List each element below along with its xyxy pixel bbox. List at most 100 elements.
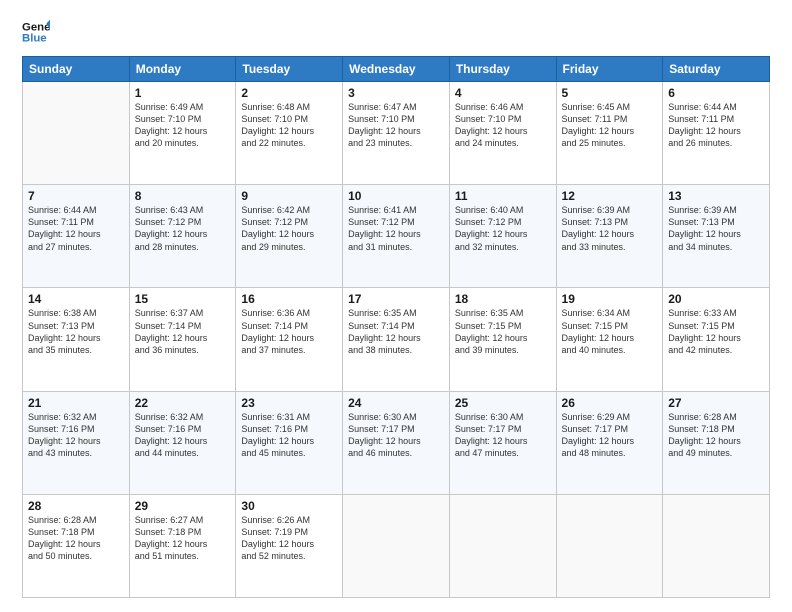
calendar-cell: 7Sunrise: 6:44 AM Sunset: 7:11 PM Daylig… <box>23 185 130 288</box>
day-info: Sunrise: 6:37 AM Sunset: 7:14 PM Dayligh… <box>135 307 231 356</box>
page: General Blue SundayMondayTuesdayWednesda… <box>0 0 792 612</box>
day-number: 22 <box>135 396 231 410</box>
day-info: Sunrise: 6:41 AM Sunset: 7:12 PM Dayligh… <box>348 204 444 253</box>
day-info: Sunrise: 6:49 AM Sunset: 7:10 PM Dayligh… <box>135 101 231 150</box>
calendar-cell <box>23 82 130 185</box>
day-info: Sunrise: 6:28 AM Sunset: 7:18 PM Dayligh… <box>28 514 124 563</box>
logo-icon: General Blue <box>22 18 50 46</box>
day-number: 14 <box>28 292 124 306</box>
day-info: Sunrise: 6:30 AM Sunset: 7:17 PM Dayligh… <box>348 411 444 460</box>
day-number: 30 <box>241 499 337 513</box>
day-info: Sunrise: 6:48 AM Sunset: 7:10 PM Dayligh… <box>241 101 337 150</box>
day-number: 20 <box>668 292 764 306</box>
day-number: 8 <box>135 189 231 203</box>
day-info: Sunrise: 6:44 AM Sunset: 7:11 PM Dayligh… <box>668 101 764 150</box>
calendar-cell: 26Sunrise: 6:29 AM Sunset: 7:17 PM Dayli… <box>556 391 663 494</box>
day-number: 6 <box>668 86 764 100</box>
day-info: Sunrise: 6:39 AM Sunset: 7:13 PM Dayligh… <box>562 204 658 253</box>
day-number: 10 <box>348 189 444 203</box>
day-number: 11 <box>455 189 551 203</box>
day-number: 1 <box>135 86 231 100</box>
weekday-header-friday: Friday <box>556 57 663 82</box>
day-info: Sunrise: 6:35 AM Sunset: 7:15 PM Dayligh… <box>455 307 551 356</box>
day-info: Sunrise: 6:36 AM Sunset: 7:14 PM Dayligh… <box>241 307 337 356</box>
day-number: 12 <box>562 189 658 203</box>
logo: General Blue <box>22 18 54 46</box>
calendar-cell: 14Sunrise: 6:38 AM Sunset: 7:13 PM Dayli… <box>23 288 130 391</box>
calendar-cell: 1Sunrise: 6:49 AM Sunset: 7:10 PM Daylig… <box>129 82 236 185</box>
calendar-cell <box>449 494 556 597</box>
calendar-cell: 24Sunrise: 6:30 AM Sunset: 7:17 PM Dayli… <box>343 391 450 494</box>
calendar-week-3: 14Sunrise: 6:38 AM Sunset: 7:13 PM Dayli… <box>23 288 770 391</box>
calendar-cell: 12Sunrise: 6:39 AM Sunset: 7:13 PM Dayli… <box>556 185 663 288</box>
calendar-week-1: 1Sunrise: 6:49 AM Sunset: 7:10 PM Daylig… <box>23 82 770 185</box>
calendar-cell: 17Sunrise: 6:35 AM Sunset: 7:14 PM Dayli… <box>343 288 450 391</box>
day-number: 28 <box>28 499 124 513</box>
day-number: 29 <box>135 499 231 513</box>
day-info: Sunrise: 6:43 AM Sunset: 7:12 PM Dayligh… <box>135 204 231 253</box>
day-info: Sunrise: 6:35 AM Sunset: 7:14 PM Dayligh… <box>348 307 444 356</box>
day-info: Sunrise: 6:45 AM Sunset: 7:11 PM Dayligh… <box>562 101 658 150</box>
day-number: 27 <box>668 396 764 410</box>
weekday-header-wednesday: Wednesday <box>343 57 450 82</box>
day-number: 19 <box>562 292 658 306</box>
day-info: Sunrise: 6:27 AM Sunset: 7:18 PM Dayligh… <box>135 514 231 563</box>
day-info: Sunrise: 6:47 AM Sunset: 7:10 PM Dayligh… <box>348 101 444 150</box>
day-number: 4 <box>455 86 551 100</box>
day-info: Sunrise: 6:30 AM Sunset: 7:17 PM Dayligh… <box>455 411 551 460</box>
weekday-header-sunday: Sunday <box>23 57 130 82</box>
calendar-cell: 19Sunrise: 6:34 AM Sunset: 7:15 PM Dayli… <box>556 288 663 391</box>
calendar-cell: 15Sunrise: 6:37 AM Sunset: 7:14 PM Dayli… <box>129 288 236 391</box>
calendar-table: SundayMondayTuesdayWednesdayThursdayFrid… <box>22 56 770 598</box>
calendar-cell: 25Sunrise: 6:30 AM Sunset: 7:17 PM Dayli… <box>449 391 556 494</box>
calendar-cell <box>343 494 450 597</box>
day-number: 2 <box>241 86 337 100</box>
day-number: 23 <box>241 396 337 410</box>
day-info: Sunrise: 6:28 AM Sunset: 7:18 PM Dayligh… <box>668 411 764 460</box>
day-info: Sunrise: 6:40 AM Sunset: 7:12 PM Dayligh… <box>455 204 551 253</box>
calendar-cell: 13Sunrise: 6:39 AM Sunset: 7:13 PM Dayli… <box>663 185 770 288</box>
calendar-cell: 20Sunrise: 6:33 AM Sunset: 7:15 PM Dayli… <box>663 288 770 391</box>
calendar-cell: 4Sunrise: 6:46 AM Sunset: 7:10 PM Daylig… <box>449 82 556 185</box>
day-number: 7 <box>28 189 124 203</box>
calendar-cell: 23Sunrise: 6:31 AM Sunset: 7:16 PM Dayli… <box>236 391 343 494</box>
calendar-cell: 10Sunrise: 6:41 AM Sunset: 7:12 PM Dayli… <box>343 185 450 288</box>
day-number: 18 <box>455 292 551 306</box>
calendar-cell: 3Sunrise: 6:47 AM Sunset: 7:10 PM Daylig… <box>343 82 450 185</box>
calendar-cell: 2Sunrise: 6:48 AM Sunset: 7:10 PM Daylig… <box>236 82 343 185</box>
day-info: Sunrise: 6:32 AM Sunset: 7:16 PM Dayligh… <box>135 411 231 460</box>
day-number: 3 <box>348 86 444 100</box>
day-number: 16 <box>241 292 337 306</box>
day-number: 24 <box>348 396 444 410</box>
calendar-cell: 18Sunrise: 6:35 AM Sunset: 7:15 PM Dayli… <box>449 288 556 391</box>
calendar-week-2: 7Sunrise: 6:44 AM Sunset: 7:11 PM Daylig… <box>23 185 770 288</box>
weekday-header-monday: Monday <box>129 57 236 82</box>
day-number: 26 <box>562 396 658 410</box>
day-info: Sunrise: 6:33 AM Sunset: 7:15 PM Dayligh… <box>668 307 764 356</box>
day-info: Sunrise: 6:38 AM Sunset: 7:13 PM Dayligh… <box>28 307 124 356</box>
calendar-cell <box>663 494 770 597</box>
day-info: Sunrise: 6:39 AM Sunset: 7:13 PM Dayligh… <box>668 204 764 253</box>
calendar-header: SundayMondayTuesdayWednesdayThursdayFrid… <box>23 57 770 82</box>
calendar-week-5: 28Sunrise: 6:28 AM Sunset: 7:18 PM Dayli… <box>23 494 770 597</box>
calendar-cell: 6Sunrise: 6:44 AM Sunset: 7:11 PM Daylig… <box>663 82 770 185</box>
day-info: Sunrise: 6:34 AM Sunset: 7:15 PM Dayligh… <box>562 307 658 356</box>
day-info: Sunrise: 6:29 AM Sunset: 7:17 PM Dayligh… <box>562 411 658 460</box>
day-info: Sunrise: 6:42 AM Sunset: 7:12 PM Dayligh… <box>241 204 337 253</box>
calendar-cell: 30Sunrise: 6:26 AM Sunset: 7:19 PM Dayli… <box>236 494 343 597</box>
calendar-cell: 27Sunrise: 6:28 AM Sunset: 7:18 PM Dayli… <box>663 391 770 494</box>
day-number: 9 <box>241 189 337 203</box>
calendar-week-4: 21Sunrise: 6:32 AM Sunset: 7:16 PM Dayli… <box>23 391 770 494</box>
calendar-cell <box>556 494 663 597</box>
calendar-cell: 11Sunrise: 6:40 AM Sunset: 7:12 PM Dayli… <box>449 185 556 288</box>
header: General Blue <box>22 18 770 46</box>
day-info: Sunrise: 6:32 AM Sunset: 7:16 PM Dayligh… <box>28 411 124 460</box>
calendar-cell: 22Sunrise: 6:32 AM Sunset: 7:16 PM Dayli… <box>129 391 236 494</box>
calendar-cell: 8Sunrise: 6:43 AM Sunset: 7:12 PM Daylig… <box>129 185 236 288</box>
calendar-body: 1Sunrise: 6:49 AM Sunset: 7:10 PM Daylig… <box>23 82 770 598</box>
calendar-cell: 9Sunrise: 6:42 AM Sunset: 7:12 PM Daylig… <box>236 185 343 288</box>
day-number: 21 <box>28 396 124 410</box>
weekday-header-thursday: Thursday <box>449 57 556 82</box>
day-number: 17 <box>348 292 444 306</box>
day-number: 15 <box>135 292 231 306</box>
